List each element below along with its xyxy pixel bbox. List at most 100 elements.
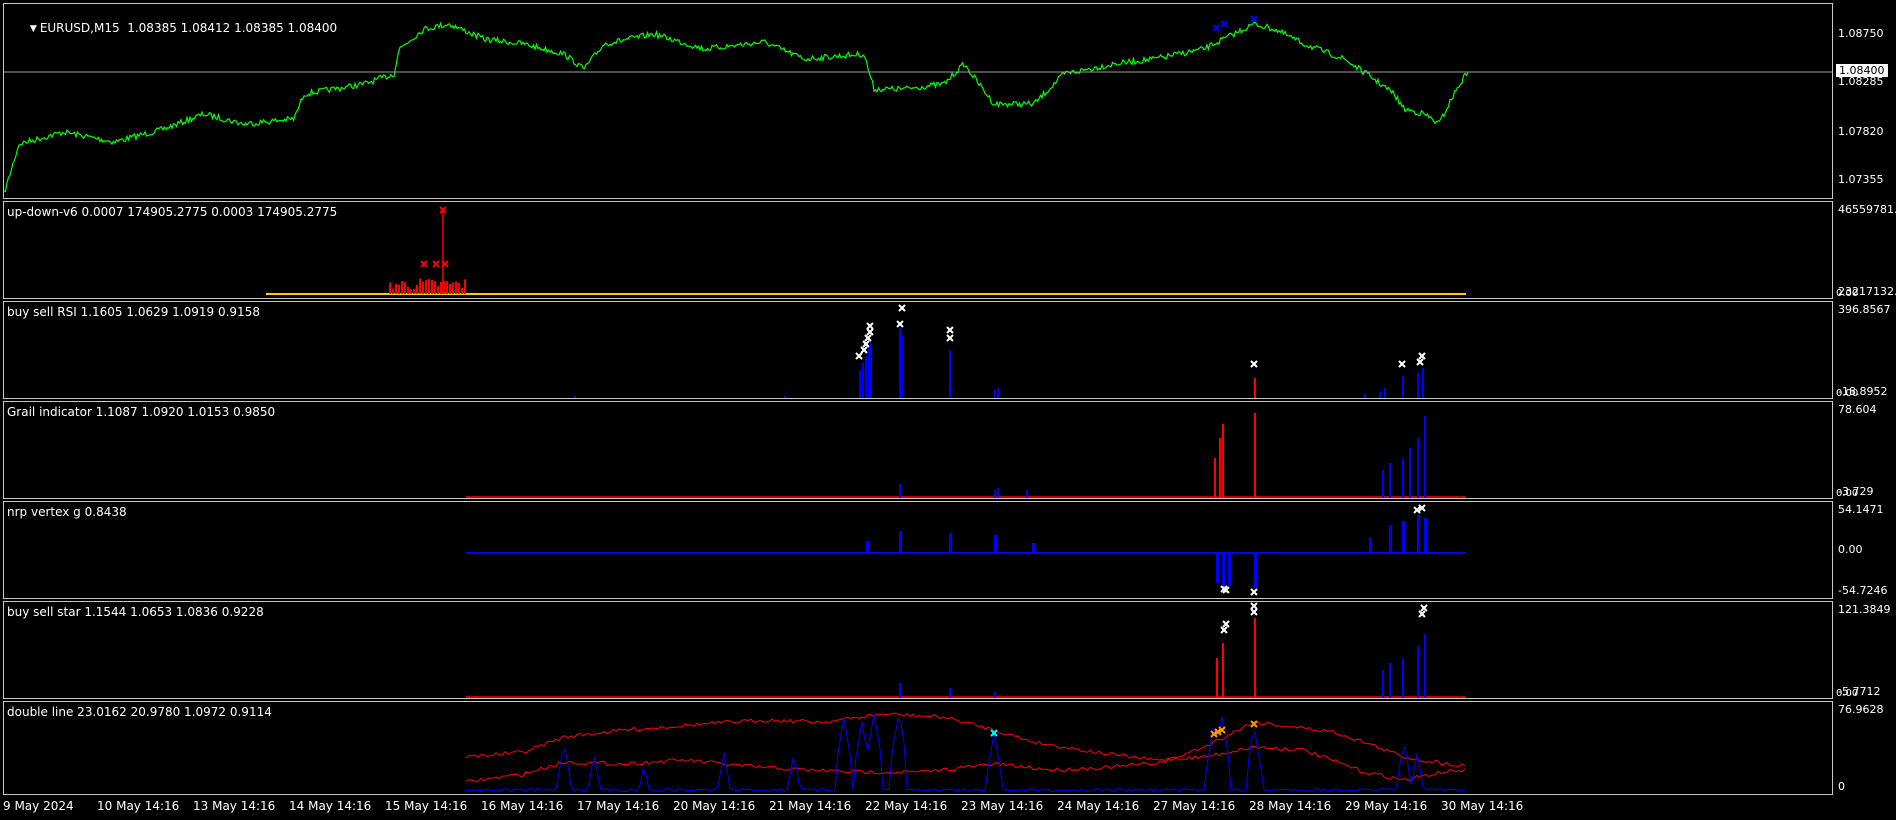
blue-bar (949, 688, 951, 698)
indicator-pane-up-down[interactable]: up-down-v6 0.0007 174905.2775 0.0003 174… (3, 201, 1833, 299)
signal-marker-red (432, 260, 440, 268)
price-chart-pane[interactable]: ▼ EURUSD,M15 1.08385 1.08412 1.08385 1.08… (3, 3, 1833, 199)
indicator-axis: 76.9628 0 (1834, 701, 1896, 795)
red-line-a (465, 712, 1466, 781)
red-bar (1254, 413, 1256, 498)
blue-bar (868, 348, 870, 398)
blue-bar (1402, 458, 1404, 498)
signal-marker-white (866, 328, 874, 336)
signal-marker-white (855, 352, 863, 360)
signal-marker-white (866, 322, 874, 330)
blue-bar (784, 396, 786, 398)
red-bar (401, 281, 403, 294)
red-bar (455, 281, 457, 294)
red-bar (410, 288, 412, 294)
time-axis-label: 22 May 14:16 (865, 799, 948, 813)
blue-bar (870, 343, 872, 398)
axis-tick: 0 (1838, 780, 1845, 793)
indicator-axis: 46559781. 23217132.4 0.00 (1834, 201, 1896, 299)
blue-bar (1424, 416, 1426, 498)
red-bar (440, 281, 442, 294)
red-bar (398, 284, 400, 294)
blue-bar (1254, 553, 1257, 588)
blue-line (465, 714, 1466, 793)
indicator-axis: 54.1471 0.00 -54.7246 (1834, 501, 1896, 599)
indicator-pane-nrp-vertex[interactable]: nrp vertex g 0.8438 (3, 501, 1833, 599)
blue-bar (901, 336, 903, 398)
red-bar (461, 287, 463, 294)
red-bar (389, 282, 391, 294)
axis-tick: 78.604 (1838, 403, 1877, 416)
axis-tick: 54.1471 (1838, 503, 1884, 516)
red-bar (425, 280, 427, 294)
signal-marker-white (1420, 604, 1428, 612)
axis-tick: 0.00 (1836, 488, 1859, 499)
signal-marker-white (1416, 358, 1424, 366)
chart-symbol-label: ▼ EURUSD,M15 1.08385 1.08412 1.08385 1.08… (29, 21, 338, 35)
blue-bar (1382, 670, 1384, 698)
blue-bar (1384, 388, 1386, 398)
blue-bar (1424, 518, 1427, 553)
indicator-pane-buy-sell-rsi[interactable]: buy sell RSI 1.1605 1.0629 1.0919 0.9158 (3, 301, 1833, 399)
signal-marker-white (1418, 352, 1426, 360)
price-axis-tick: 1.08750 (1838, 27, 1884, 40)
axis-tick: 396.8567 (1838, 303, 1891, 316)
red-bar (407, 286, 409, 294)
indicator-label: up-down-v6 0.0007 174905.2775 0.0003 174… (7, 205, 338, 219)
blue-bar (865, 356, 867, 398)
red-bar (392, 288, 394, 294)
blue-bar (1424, 634, 1426, 698)
time-axis-label: 27 May 14:16 (1153, 799, 1236, 813)
blue-bar (866, 541, 869, 553)
blue-bar (899, 484, 901, 498)
blue-bar (1417, 438, 1419, 498)
blue-bar (997, 488, 999, 498)
indicator-canvas (466, 413, 1466, 498)
axis-tick: 121.3849 (1838, 603, 1891, 616)
indicator-axis: 78.604 -3.729 0.00 (1834, 401, 1896, 499)
dropdown-arrow-icon[interactable]: ▼ (30, 24, 37, 34)
signal-marker-white (860, 346, 868, 354)
blue-bar (1417, 373, 1419, 398)
blue-bar (994, 390, 996, 398)
blue-bar (1389, 663, 1391, 698)
indicator-canvas (574, 304, 1426, 398)
red-bar (422, 282, 424, 294)
blue-bar (862, 363, 864, 398)
red-bar (1219, 438, 1221, 498)
blue-bar (1379, 392, 1381, 398)
current-price-badge: 1.08400 (1836, 64, 1888, 77)
blue-bar (1026, 490, 1028, 498)
red-bar (1216, 658, 1218, 698)
axis-tick: 0.00 (1836, 388, 1859, 399)
red-bar (404, 282, 406, 294)
blue-bar (899, 531, 902, 553)
red-bar (1254, 618, 1256, 698)
axis-tick: 0.00 (1836, 688, 1859, 699)
blue-bar (994, 490, 996, 498)
signal-marker-white (898, 304, 906, 312)
time-axis-label: 24 May 14:16 (1057, 799, 1140, 813)
indicator-pane-buy-sell-star[interactable]: buy sell star 1.1544 1.0653 1.0836 0.922… (3, 601, 1833, 699)
blue-bar (1216, 553, 1219, 583)
indicator-label: Grail indicator 1.1087 1.0920 1.0153 0.9… (7, 405, 276, 419)
blue-bar (1409, 448, 1411, 498)
blue-bar (1369, 538, 1372, 553)
red-bar (428, 279, 430, 294)
blue-bar (1382, 470, 1384, 498)
price-axis-tick: 1.07355 (1838, 173, 1884, 186)
axis-tick: 0.00 (1836, 288, 1859, 299)
red-bar (419, 278, 421, 294)
indicator-label: double line 23.0162 20.9780 1.0972 0.911… (7, 705, 272, 719)
axis-tick: 76.9628 (1838, 703, 1884, 716)
blue-bar (1402, 521, 1405, 553)
time-axis-label: 13 May 14:16 (193, 799, 276, 813)
indicator-pane-grail[interactable]: Grail indicator 1.1087 1.0920 1.0153 0.9… (3, 401, 1833, 499)
signal-marker-red (420, 260, 428, 268)
time-axis-label: 10 May 14:16 (97, 799, 180, 813)
blue-bar (1364, 394, 1366, 398)
blue-bar (859, 370, 861, 398)
red-bar (1254, 378, 1256, 398)
time-axis-label: 23 May 14:16 (961, 799, 1044, 813)
indicator-pane-double-line[interactable]: double line 23.0162 20.9780 1.0972 0.911… (3, 701, 1833, 795)
